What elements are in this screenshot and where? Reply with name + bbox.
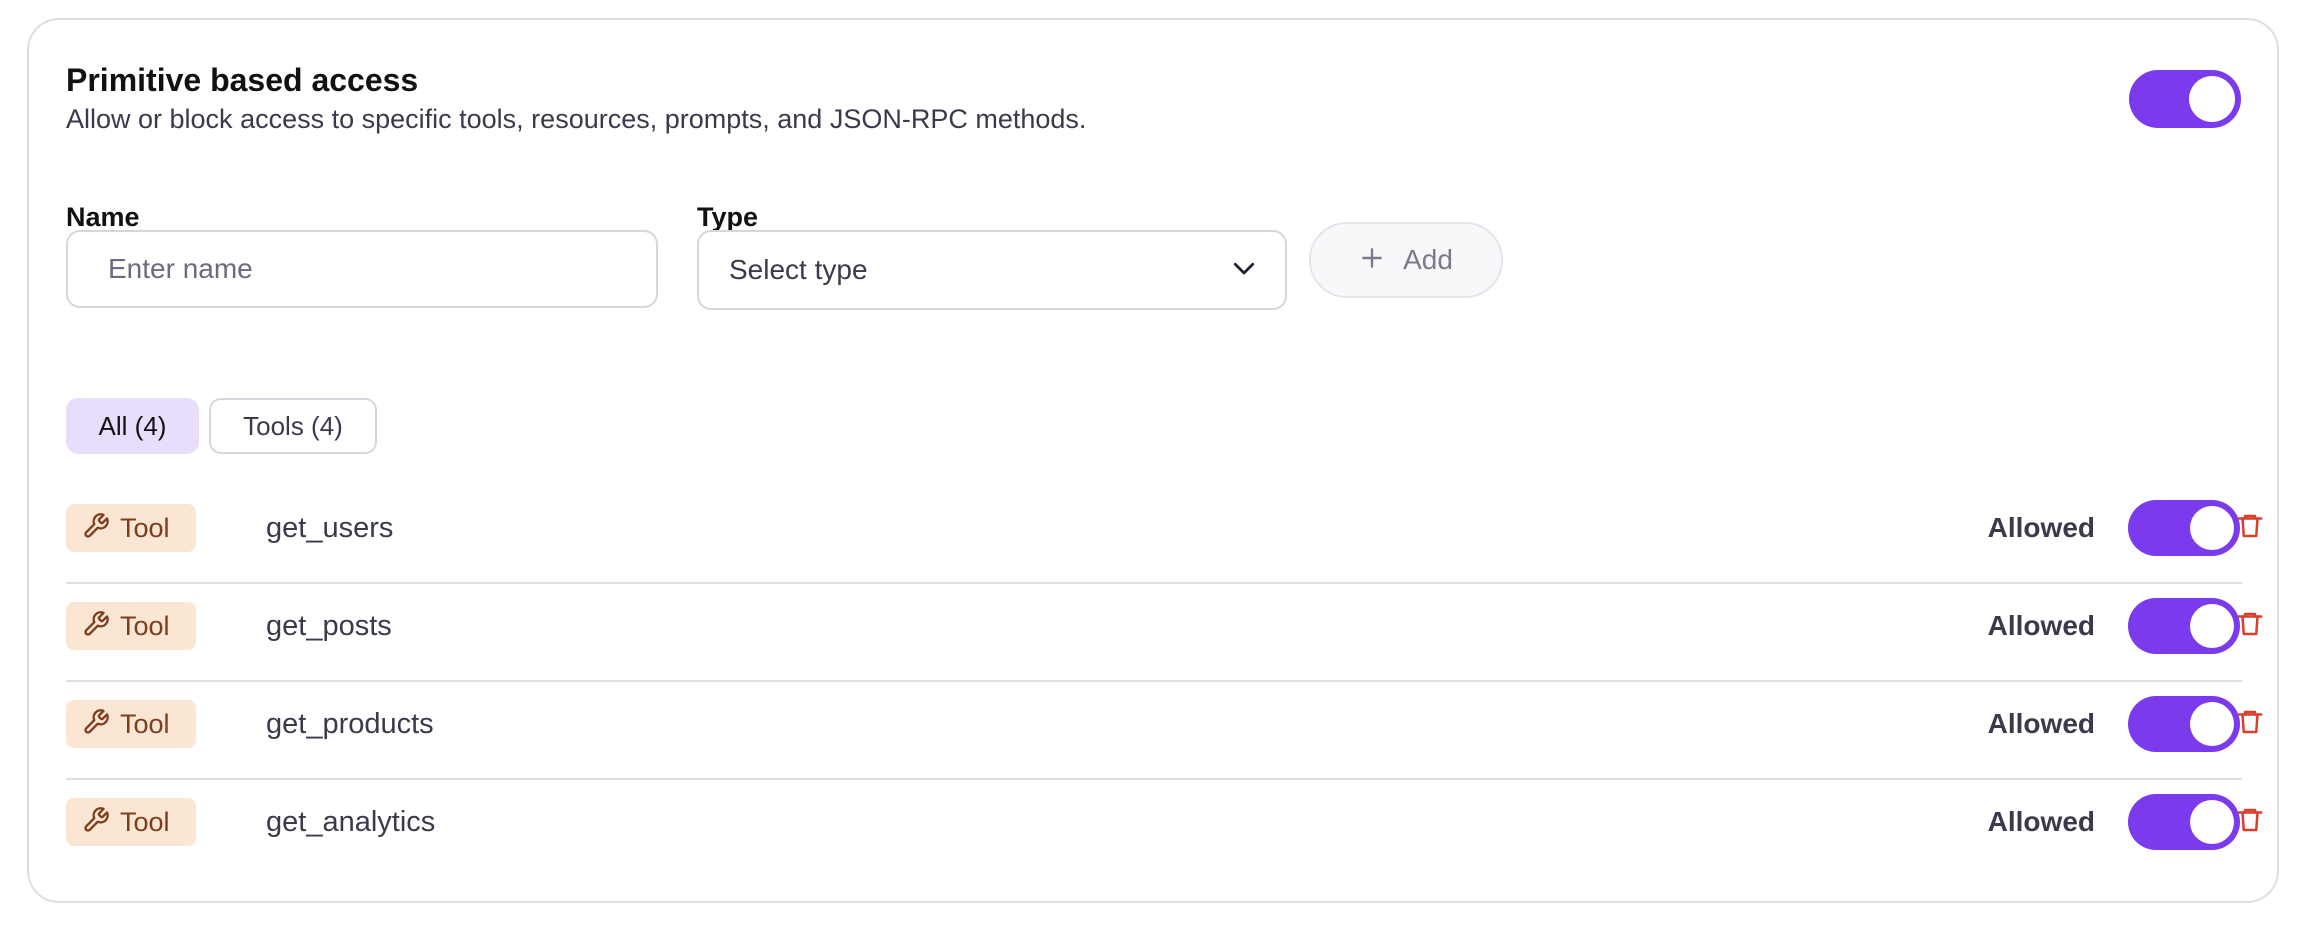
list-item: Tool get_products Allowed xyxy=(66,682,2263,780)
type-select[interactable]: Select type xyxy=(697,230,1287,310)
toggle-knob xyxy=(2190,702,2234,746)
toggle-knob xyxy=(2189,76,2235,122)
type-select-value: Select type xyxy=(729,254,868,285)
toggle-knob xyxy=(2190,604,2234,648)
access-status: Allowed xyxy=(1987,512,2095,543)
access-status: Allowed xyxy=(1987,610,2095,641)
delete-button[interactable] xyxy=(2230,704,2270,744)
trash-icon xyxy=(2235,609,2265,644)
access-status: Allowed xyxy=(1987,806,2095,837)
tool-badge-label: Tool xyxy=(120,610,170,641)
access-toggle[interactable] xyxy=(2128,794,2240,850)
section-description: Allow or block access to specific tools,… xyxy=(66,104,1087,134)
tool-badge: Tool xyxy=(66,602,196,650)
access-toggle[interactable] xyxy=(2128,598,2240,654)
primitive-name: get_users xyxy=(266,512,394,544)
type-label: Type xyxy=(697,202,759,232)
toggle-knob xyxy=(2190,506,2234,550)
tool-badge-label: Tool xyxy=(120,708,170,739)
delete-button[interactable] xyxy=(2230,606,2270,646)
section-header: Primitive based access Allow or block ac… xyxy=(66,60,2166,137)
trash-icon xyxy=(2235,805,2265,840)
trash-icon xyxy=(2235,707,2265,742)
primitive-name: get_analytics xyxy=(266,806,436,838)
tool-badge: Tool xyxy=(66,700,196,748)
section-title: Primitive based access xyxy=(66,62,419,98)
access-status: Allowed xyxy=(1987,708,2095,739)
primitive-name: get_posts xyxy=(266,610,392,642)
primitive-access-toggle[interactable] xyxy=(2129,70,2241,128)
wrench-icon xyxy=(82,806,110,839)
primitive-list: Tool get_users Allowed Tool get_posts Al… xyxy=(66,486,2263,878)
access-toggle[interactable] xyxy=(2128,696,2240,752)
trash-icon xyxy=(2235,511,2265,546)
wrench-icon xyxy=(82,512,110,545)
name-label: Name xyxy=(66,202,140,232)
wrench-icon xyxy=(82,708,110,741)
filter-tab-tools[interactable]: Tools (4) xyxy=(209,398,377,454)
delete-button[interactable] xyxy=(2230,802,2270,842)
chevron-down-icon xyxy=(1229,253,1259,288)
tool-badge: Tool xyxy=(66,504,196,552)
add-button[interactable]: Add xyxy=(1309,222,1503,298)
wrench-icon xyxy=(82,610,110,643)
delete-button[interactable] xyxy=(2230,508,2270,548)
tool-badge: Tool xyxy=(66,798,196,846)
name-input[interactable] xyxy=(66,230,658,308)
add-button-label: Add xyxy=(1403,244,1453,275)
filter-tab-all[interactable]: All (4) xyxy=(66,398,199,454)
toggle-knob xyxy=(2190,800,2234,844)
tool-badge-label: Tool xyxy=(120,512,170,543)
list-item: Tool get_users Allowed xyxy=(66,486,2263,584)
primitive-name: get_products xyxy=(266,708,434,740)
access-toggle[interactable] xyxy=(2128,500,2240,556)
plus-icon xyxy=(1359,245,1385,276)
tool-badge-label: Tool xyxy=(120,806,170,837)
list-item: Tool get_posts Allowed xyxy=(66,584,2263,682)
list-item: Tool get_analytics Allowed xyxy=(66,780,2263,878)
primitive-access-card: Primitive based access Allow or block ac… xyxy=(27,18,2279,903)
page: Primitive based access Allow or block ac… xyxy=(0,0,2306,944)
